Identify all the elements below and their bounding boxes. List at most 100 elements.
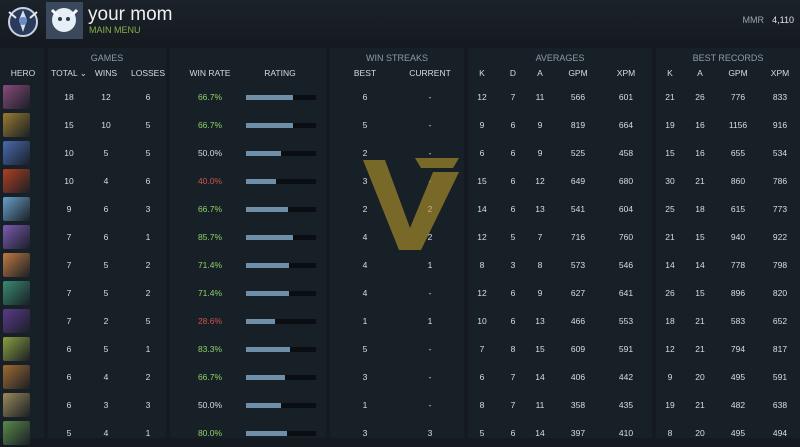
table-row[interactable]: 5 4 1 80.0% 3 3 5 6 14 397 410 8 20 495 494	[0, 419, 800, 447]
main-menu-link[interactable]: MAIN MENU	[89, 25, 141, 35]
rating-bar-fill	[246, 95, 293, 100]
avg-kills-column-header[interactable]: K	[472, 68, 492, 78]
rating-bar-fill	[246, 431, 288, 436]
hero-portrait-icon[interactable]	[3, 141, 30, 165]
losses-cell: 1	[145, 232, 151, 242]
best-gpm-cell: 776	[730, 92, 746, 102]
best-kills-cell: 12	[665, 344, 675, 354]
watermark-logo-icon	[355, 150, 465, 260]
hero-portrait-icon[interactable]	[3, 85, 30, 109]
best-assists-cell: 21	[695, 316, 705, 326]
best-assists-cell: 21	[695, 344, 705, 354]
best-assists-cell: 15	[695, 288, 705, 298]
avg-deaths-cell: 6	[510, 288, 516, 298]
current-streak-cell: -	[428, 344, 432, 354]
win-rate-cell: 28.6%	[197, 316, 223, 326]
losses-cell: 6	[145, 176, 151, 186]
avg-deaths-cell: 7	[510, 92, 516, 102]
avg-assists-cell: 13	[535, 204, 545, 214]
best-gpm-column-header[interactable]: GPM	[720, 68, 756, 78]
losses-column-header[interactable]: LOSSES	[128, 68, 168, 78]
total-games-cell: 6	[66, 372, 72, 382]
total-games-cell: 7	[66, 260, 72, 270]
best-xpm-cell: 820	[772, 288, 788, 298]
avg-deaths-cell: 6	[510, 316, 516, 326]
best-streak-cell: 1	[362, 400, 368, 410]
current-streak-cell: -	[428, 372, 432, 382]
current-streak-column-header[interactable]: CURRENT	[404, 68, 456, 78]
hero-portrait-icon[interactable]	[3, 365, 30, 389]
avg-deaths-column-header[interactable]: D	[503, 68, 523, 78]
best-assists-cell: 21	[695, 400, 705, 410]
hero-portrait-icon[interactable]	[3, 113, 30, 137]
games-group-label: GAMES	[90, 53, 124, 63]
table-row[interactable]: 7 5 2 71.4% 4 - 12 6 9 627 641 26 15 896 820	[0, 279, 800, 307]
table-row[interactable]: 6 3 3 50.0% 1 - 8 7 11 358 435 19 21 482 638	[0, 391, 800, 419]
avg-xpm-cell: 546	[618, 260, 634, 270]
avg-kills-cell: 9	[479, 120, 485, 130]
best-streak-cell: 1	[362, 316, 368, 326]
hero-portrait-icon[interactable]	[3, 421, 30, 445]
avg-xpm-cell: 604	[618, 204, 634, 214]
best-xpm-column-header[interactable]: XPM	[762, 68, 798, 78]
win-rate-cell: 50.0%	[197, 400, 223, 410]
hero-portrait-icon[interactable]	[3, 253, 30, 277]
hero-portrait-icon[interactable]	[3, 281, 30, 305]
table-row[interactable]: 7 2 5 28.6% 1 1 10 6 13 466 553 18 21 583 652	[0, 307, 800, 335]
best-assists-cell: 15	[695, 232, 705, 242]
avg-gpm-cell: 819	[570, 120, 586, 130]
rating-bar-fill	[246, 291, 289, 296]
avg-deaths-cell: 8	[510, 344, 516, 354]
total-games-cell: 6	[66, 344, 72, 354]
hero-portrait-icon[interactable]	[3, 337, 30, 361]
best-kills-column-header[interactable]: K	[660, 68, 680, 78]
best-records-group-label: BEST RECORDS	[692, 53, 764, 63]
best-xpm-cell: 916	[772, 120, 788, 130]
best-streak-column-header[interactable]: BEST	[346, 68, 384, 78]
avg-deaths-cell: 6	[510, 176, 516, 186]
hero-portrait-icon[interactable]	[3, 225, 30, 249]
wins-column-header[interactable]: WINS	[90, 68, 122, 78]
best-assists-cell: 14	[695, 260, 705, 270]
hero-portrait-icon[interactable]	[3, 197, 30, 221]
hero-portrait-icon[interactable]	[3, 169, 30, 193]
mmr-value: 4,110	[772, 15, 794, 25]
win-rate-column-header[interactable]: WIN RATE	[182, 68, 238, 78]
best-gpm-cell: 583	[730, 316, 746, 326]
avatar[interactable]	[46, 2, 83, 39]
total-column-header[interactable]: TOTAL ⌄	[50, 68, 88, 79]
hero-column-header[interactable]: HERO	[4, 68, 42, 78]
hero-portrait-icon[interactable]	[3, 309, 30, 333]
avg-gpm-cell: 609	[570, 344, 586, 354]
best-kills-cell: 19	[665, 400, 675, 410]
avg-gpm-column-header[interactable]: GPM	[560, 68, 596, 78]
avg-deaths-cell: 6	[510, 120, 516, 130]
avg-assists-column-header[interactable]: A	[530, 68, 550, 78]
current-streak-cell: -	[428, 92, 432, 102]
avg-xpm-column-header[interactable]: XPM	[608, 68, 644, 78]
best-gpm-cell: 940	[730, 232, 746, 242]
wins-cell: 10	[101, 120, 111, 130]
best-streak-cell: 5	[362, 120, 368, 130]
table-row[interactable]: 6 4 2 66.7% 3 - 6 7 14 406 442 9 20 495 591	[0, 363, 800, 391]
table-row[interactable]: 15 10 5 66.7% 5 - 9 6 9 819 664 19 16 1156 916	[0, 111, 800, 139]
top-bar: your mom MAIN MENU MMR 4,110	[0, 0, 800, 44]
mmr-label: MMR	[742, 15, 765, 25]
wins-cell: 12	[101, 92, 111, 102]
win-rate-cell: 66.7%	[197, 120, 223, 130]
table-row[interactable]: 18 12 6 66.7% 6 - 12 7 11 566 601 21 26 776 833	[0, 83, 800, 111]
best-kills-cell: 8	[667, 428, 673, 438]
wins-cell: 4	[103, 372, 109, 382]
current-streak-cell: -	[428, 288, 432, 298]
avg-kills-cell: 12	[477, 232, 487, 242]
rating-bar	[246, 95, 316, 100]
avg-gpm-cell: 541	[570, 204, 586, 214]
rating-column-header[interactable]: RATING	[252, 68, 308, 78]
avg-kills-cell: 7	[479, 344, 485, 354]
best-assists-column-header[interactable]: A	[690, 68, 710, 78]
best-gpm-cell: 655	[730, 148, 746, 158]
hero-portrait-icon[interactable]	[3, 393, 30, 417]
best-streak-cell: 4	[362, 288, 368, 298]
avg-kills-cell: 12	[477, 288, 487, 298]
table-row[interactable]: 6 5 1 83.3% 5 - 7 8 15 609 591 12 21 794 817	[0, 335, 800, 363]
